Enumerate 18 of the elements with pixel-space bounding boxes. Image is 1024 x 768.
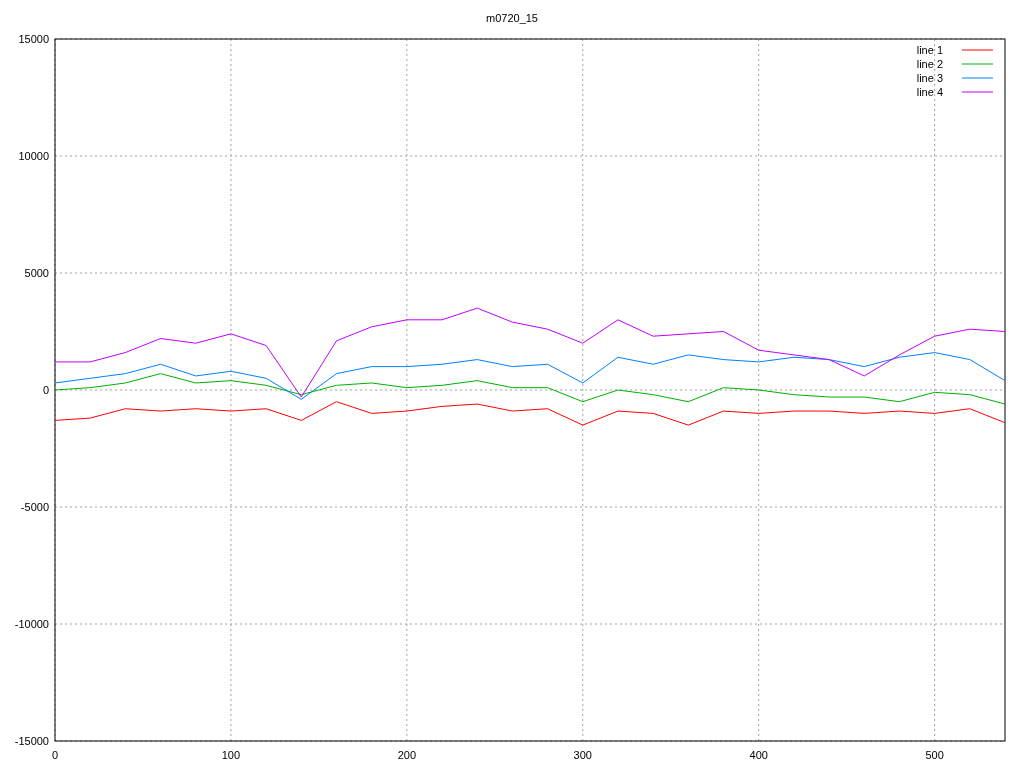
y-tick-label: 15000 bbox=[18, 33, 49, 45]
x-tick-label: 100 bbox=[221, 749, 241, 761]
y-tick-label: -10000 bbox=[14, 618, 49, 630]
chart-title: m0720_15 bbox=[486, 12, 538, 24]
legend-label: line 2 bbox=[916, 58, 943, 70]
legend-label: line 3 bbox=[916, 72, 943, 84]
y-tick-label: 10000 bbox=[18, 150, 49, 162]
y-tick-label: -15000 bbox=[14, 735, 49, 747]
y-tick-label: 0 bbox=[42, 384, 49, 396]
legend-label: line 1 bbox=[916, 44, 943, 56]
x-tick-label: 200 bbox=[397, 749, 417, 761]
x-tick-label: 300 bbox=[573, 749, 592, 761]
y-tick-label: -5000 bbox=[20, 501, 49, 513]
x-tick-label: 400 bbox=[749, 749, 768, 761]
legend-label: line 4 bbox=[916, 86, 943, 98]
x-tick-label: 0 bbox=[51, 749, 59, 761]
y-tick-label: 5000 bbox=[24, 267, 49, 279]
x-tick-label: 500 bbox=[925, 749, 944, 761]
